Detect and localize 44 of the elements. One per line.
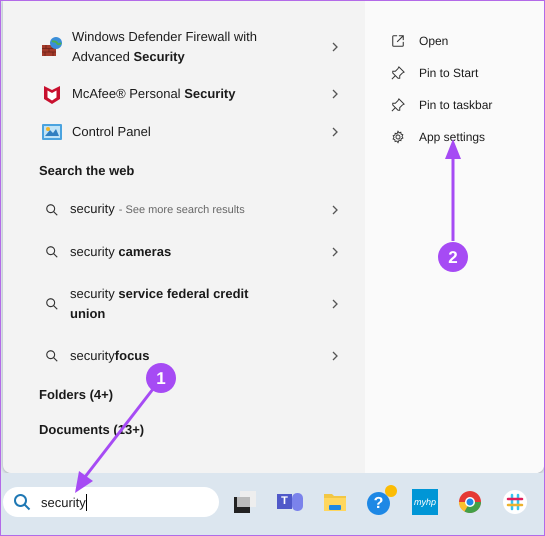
hash-logo-icon[interactable] <box>502 489 528 515</box>
app-result[interactable]: McAfee® Personal Security <box>27 75 339 113</box>
colorful-ring-icon[interactable] <box>457 489 483 515</box>
chevron-right-icon <box>331 350 339 362</box>
result-title: Control Panel <box>72 123 152 141</box>
search-icon <box>45 349 59 363</box>
context-action[interactable]: Pin to Start <box>365 57 544 89</box>
section-heading[interactable]: Folders (4+) <box>39 387 114 402</box>
web-result-text: security service federal credit union <box>70 285 250 323</box>
app-result[interactable]: Control Panel <box>27 113 339 151</box>
pin-icon <box>391 98 405 112</box>
shield-icon <box>41 83 63 105</box>
search-icon <box>45 202 59 216</box>
task-view-icon[interactable] <box>232 489 258 515</box>
web-result[interactable]: security cameras <box>27 231 339 273</box>
chevron-right-icon <box>331 298 339 310</box>
context-action[interactable]: Open <box>365 25 544 57</box>
web-result-text: security - See more search results <box>70 200 246 218</box>
result-title: McAfee® Personal Security <box>72 85 236 103</box>
context-action[interactable]: Pin to taskbar <box>365 89 544 121</box>
section-heading: Search the web <box>38 162 136 180</box>
search-icon <box>45 297 59 311</box>
chevron-right-icon <box>331 41 339 53</box>
context-action[interactable]: App settings <box>365 121 544 153</box>
settings-icon <box>391 130 405 144</box>
chevron-right-icon <box>331 204 339 216</box>
search-icon <box>13 493 31 511</box>
web-result[interactable]: security service federal credit union <box>27 273 339 335</box>
step-badge: 1 <box>146 363 176 393</box>
pin-icon <box>391 66 405 80</box>
result-title: Windows Defender Firewall with Advanced Security <box>72 28 258 66</box>
search-icon <box>45 245 59 259</box>
step-badge: 2 <box>438 242 468 272</box>
chevron-right-icon <box>331 246 339 258</box>
web-result[interactable]: security - See more search results <box>27 188 339 231</box>
search-field[interactable]: security <box>3 487 219 517</box>
chevron-right-icon <box>331 126 339 138</box>
web-result-text: security cameras <box>70 243 172 261</box>
chevron-right-icon <box>331 88 339 100</box>
brick-wall-globe-icon <box>41 36 63 58</box>
external-link-icon <box>391 34 405 48</box>
web-result-text: securityfocus <box>70 347 150 365</box>
app-result[interactable]: Windows Defender Firewall with Advanced Security <box>27 19 339 75</box>
control-panel-icon <box>41 121 63 143</box>
